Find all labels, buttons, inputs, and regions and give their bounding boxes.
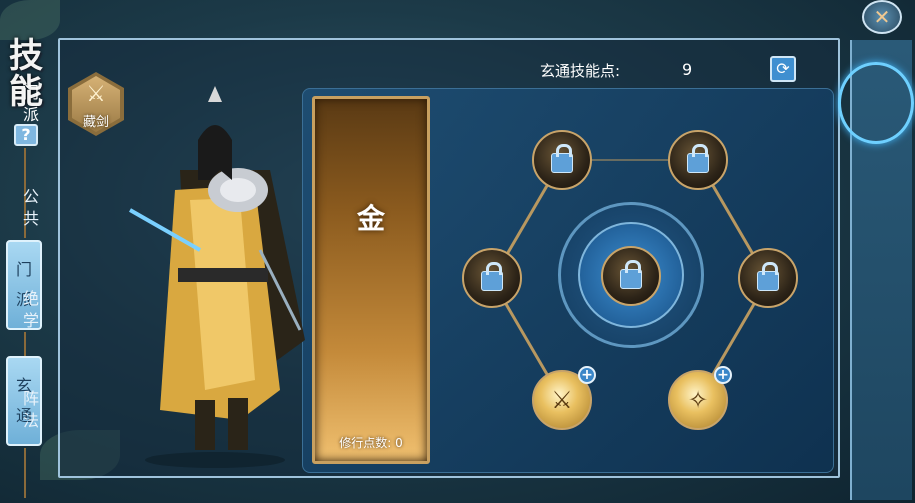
help-button[interactable]: ? [14, 124, 38, 146]
tab-label-char: 门 [15, 260, 32, 279]
tab-common[interactable]: 公 共 [0, 186, 62, 230]
tab-label-char: 公 [22, 187, 39, 206]
lock-icon [620, 260, 642, 289]
element-card[interactable]: 金 修行点数: 0 [312, 96, 430, 464]
upgrade-plus-button[interactable]: + [714, 366, 732, 384]
lock-icon [757, 262, 779, 291]
skill-node-mid-right[interactable] [738, 248, 798, 308]
skill-node-center[interactable] [601, 246, 661, 306]
sect-name: 藏剑 [82, 115, 109, 130]
element-name: 金 [356, 202, 385, 235]
tab-label-char: 派 [22, 105, 39, 124]
slash-skill-icon: ✧ [687, 386, 709, 414]
skill-points-value: 9 [682, 60, 693, 79]
tab-label-char: 共 [22, 209, 39, 228]
sword-emblem-icon: ⚔ [86, 82, 106, 107]
skill-node-top-left[interactable] [532, 130, 592, 190]
tab-label-char: 门 [22, 83, 39, 102]
cultivation-points: 修行点数: 0 [339, 436, 403, 450]
hero-character-image [129, 86, 305, 468]
tab-label-char: 学 [22, 311, 39, 330]
upgrade-plus-button[interactable]: + [578, 366, 596, 384]
tab-formation[interactable]: 阵 法 [0, 388, 62, 432]
tab-label-char: 阵 [22, 389, 39, 408]
sword-skill-icon: ⚔ [551, 386, 573, 414]
tab-sect[interactable]: 门 派 [0, 82, 62, 126]
tab-label-char: 法 [22, 411, 39, 430]
close-icon: ✕ [873, 5, 891, 29]
skill-node-bottom-right[interactable]: ✧ + [668, 366, 732, 430]
decorative-chain [24, 448, 26, 498]
refresh-button[interactable]: ⟳ [770, 56, 796, 82]
skill-node-top-right[interactable] [668, 130, 728, 190]
active-tab-indicator [838, 62, 914, 144]
skill-node-mid-left[interactable] [462, 248, 522, 308]
decorative-chain [24, 332, 26, 356]
background-foliage [0, 0, 60, 40]
close-button[interactable]: ✕ [862, 0, 902, 34]
skill-points-label: 玄通技能点: [540, 62, 621, 80]
refresh-icon: ⟳ [776, 59, 790, 78]
title-char: 技 [9, 36, 43, 76]
skill-wheel: ⚔ + ✧ + [462, 130, 802, 430]
lock-icon [551, 144, 573, 173]
skill-node-bottom-left[interactable]: ⚔ + [532, 366, 596, 430]
sect-badge: ⚔ 藏剑 [68, 72, 124, 136]
tab-ultimate[interactable]: 绝 学 [0, 288, 62, 332]
lock-icon [481, 262, 503, 291]
lock-icon [687, 144, 709, 173]
tab-label-char: 绝 [22, 289, 39, 308]
